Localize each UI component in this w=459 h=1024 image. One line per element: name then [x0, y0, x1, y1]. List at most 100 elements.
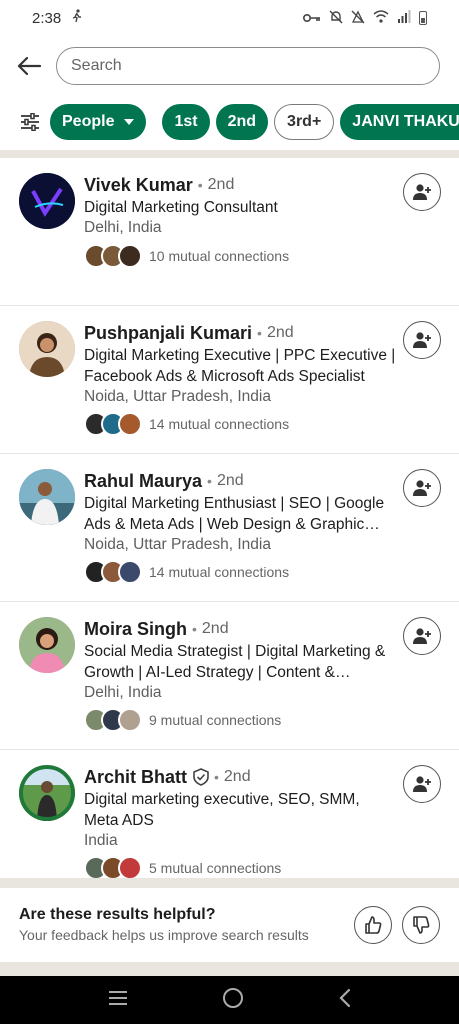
search-header: Search	[0, 40, 459, 92]
feedback-title: Are these results helpful?	[19, 906, 216, 923]
filter-chip-2nd[interactable]: 2nd	[215, 104, 269, 140]
avatar[interactable]	[19, 173, 75, 229]
home-button[interactable]	[222, 987, 244, 1014]
mute-icon	[329, 10, 343, 27]
connect-button[interactable]	[403, 765, 441, 803]
feedback-subtitle: Your feedback helps us improve search re…	[19, 927, 309, 943]
filter-chip-3rd[interactable]: 3rd+	[274, 104, 335, 140]
add-person-icon	[413, 776, 431, 792]
separator-dot: •	[207, 473, 212, 489]
verified-shield-icon	[193, 768, 209, 786]
result-headline: Social Media Strategist | Digital Market…	[84, 643, 386, 681]
result-item[interactable]: Pushpanjali Kumari • 2nd Digital Marketi…	[0, 306, 459, 454]
recent-apps-button[interactable]	[107, 990, 129, 1011]
key-icon	[302, 11, 321, 26]
filter-chip-label: 1st	[174, 113, 198, 130]
connect-button[interactable]	[403, 469, 441, 507]
result-item[interactable]: Vivek Kumar • 2nd Digital Marketing Cons…	[0, 158, 459, 306]
system-navigation-bar	[0, 976, 459, 1024]
filter-chip-label: 3rd+	[287, 113, 322, 130]
status-time: 2:38	[32, 9, 62, 27]
feedback-panel: Are these results helpful? Your feedback…	[0, 888, 459, 962]
mutual-avatar	[118, 412, 142, 436]
add-person-icon	[413, 332, 431, 348]
result-item[interactable]: Moira Singh • 2nd Social Media Strategis…	[0, 602, 459, 750]
home-circle-icon	[223, 987, 244, 1008]
separator-dot: •	[257, 325, 262, 341]
back-button[interactable]	[14, 51, 44, 81]
mutual-avatar	[118, 856, 142, 880]
chevron-left-icon	[339, 988, 351, 1007]
mutual-connections[interactable]: 9 mutual connections	[84, 708, 281, 732]
connection-degree: 2nd	[201, 620, 229, 637]
connection-degree: 2nd	[216, 472, 244, 489]
caret-down-icon	[124, 119, 135, 125]
avatar[interactable]	[19, 765, 75, 821]
result-name[interactable]: Pushpanjali Kumari	[84, 322, 252, 344]
connect-button[interactable]	[403, 173, 441, 211]
thumbs-down-icon	[413, 916, 430, 934]
connect-button[interactable]	[403, 617, 441, 655]
filter-settings-icon[interactable]	[20, 109, 40, 135]
mutual-connections[interactable]: 14 mutual connections	[84, 412, 289, 436]
result-name[interactable]: Archit Bhatt	[84, 766, 187, 788]
wifi-icon	[373, 10, 389, 26]
result-item[interactable]: Rahul Maurya • 2nd Digital Marketing Ent…	[0, 454, 459, 602]
result-item[interactable]: Archit Bhatt • 2nd Digital marketing exe…	[0, 750, 459, 898]
mutual-connections-text: 14 mutual connections	[149, 564, 290, 580]
mutual-connections-text: 9 mutual connections	[149, 712, 282, 728]
filter-chip-people[interactable]: People	[50, 104, 147, 140]
mutual-connections[interactable]: 5 mutual connections	[84, 856, 281, 880]
section-divider	[0, 878, 459, 888]
mutual-avatar	[118, 560, 142, 584]
mutual-avatar	[118, 244, 142, 268]
filter-chip-connection-of[interactable]: JANVI THAKUR	[340, 104, 459, 140]
filter-chip-1st[interactable]: 1st	[162, 104, 210, 140]
result-name[interactable]: Moira Singh	[84, 618, 187, 640]
search-results-list: Vivek Kumar • 2nd Digital Marketing Cons…	[0, 158, 459, 898]
connection-degree: 2nd	[223, 768, 251, 785]
avatar[interactable]	[19, 321, 75, 377]
system-back-button[interactable]	[338, 988, 352, 1013]
connection-degree: 2nd	[266, 324, 294, 341]
avatar[interactable]	[19, 617, 75, 673]
result-location: Noida, Uttar Pradesh, India	[84, 536, 271, 553]
connect-button[interactable]	[403, 321, 441, 359]
status-bar: 2:38	[0, 0, 459, 36]
result-location: Noida, Uttar Pradesh, India	[84, 388, 271, 405]
thumbs-up-icon	[365, 916, 382, 934]
section-divider	[0, 962, 459, 976]
result-headline: Digital marketing executive, SEO, SMM, M…	[84, 791, 360, 829]
connection-degree: 2nd	[207, 176, 235, 193]
add-person-icon	[413, 628, 431, 644]
filter-row: People 1st 2nd 3rd+ JANVI THAKUR	[0, 100, 459, 144]
walking-icon	[71, 9, 83, 27]
separator-dot: •	[214, 769, 219, 785]
search-input[interactable]: Search	[56, 47, 440, 85]
result-headline: Digital Marketing Consultant	[84, 199, 278, 216]
result-name[interactable]: Rahul Maurya	[84, 470, 202, 492]
avatar[interactable]	[19, 469, 75, 525]
mutual-avatar	[118, 708, 142, 732]
section-divider	[0, 150, 459, 158]
mutual-connections[interactable]: 14 mutual connections	[84, 560, 289, 584]
add-person-icon	[413, 184, 431, 200]
menu-lines-icon	[108, 990, 127, 1005]
mutual-connections-text: 14 mutual connections	[149, 416, 290, 432]
result-location: India	[84, 832, 118, 849]
mutual-connections[interactable]: 10 mutual connections	[84, 244, 289, 268]
result-location: Delhi, India	[84, 684, 162, 701]
result-name[interactable]: Vivek Kumar	[84, 174, 193, 196]
search-placeholder: Search	[71, 57, 122, 74]
thumbs-up-button[interactable]	[354, 906, 392, 944]
filter-chip-label: 2nd	[227, 113, 257, 130]
filter-chip-label: People	[62, 113, 115, 130]
result-headline: Digital Marketing Enthusiast | SEO | Goo…	[84, 495, 385, 533]
result-headline: Digital Marketing Executive | PPC Execut…	[84, 347, 396, 385]
thumbs-down-button[interactable]	[402, 906, 440, 944]
signal-icon	[397, 10, 411, 26]
mutual-connections-text: 10 mutual connections	[149, 248, 290, 264]
separator-dot: •	[197, 177, 203, 193]
battery-icon	[419, 11, 427, 25]
separator-dot: •	[192, 621, 197, 637]
